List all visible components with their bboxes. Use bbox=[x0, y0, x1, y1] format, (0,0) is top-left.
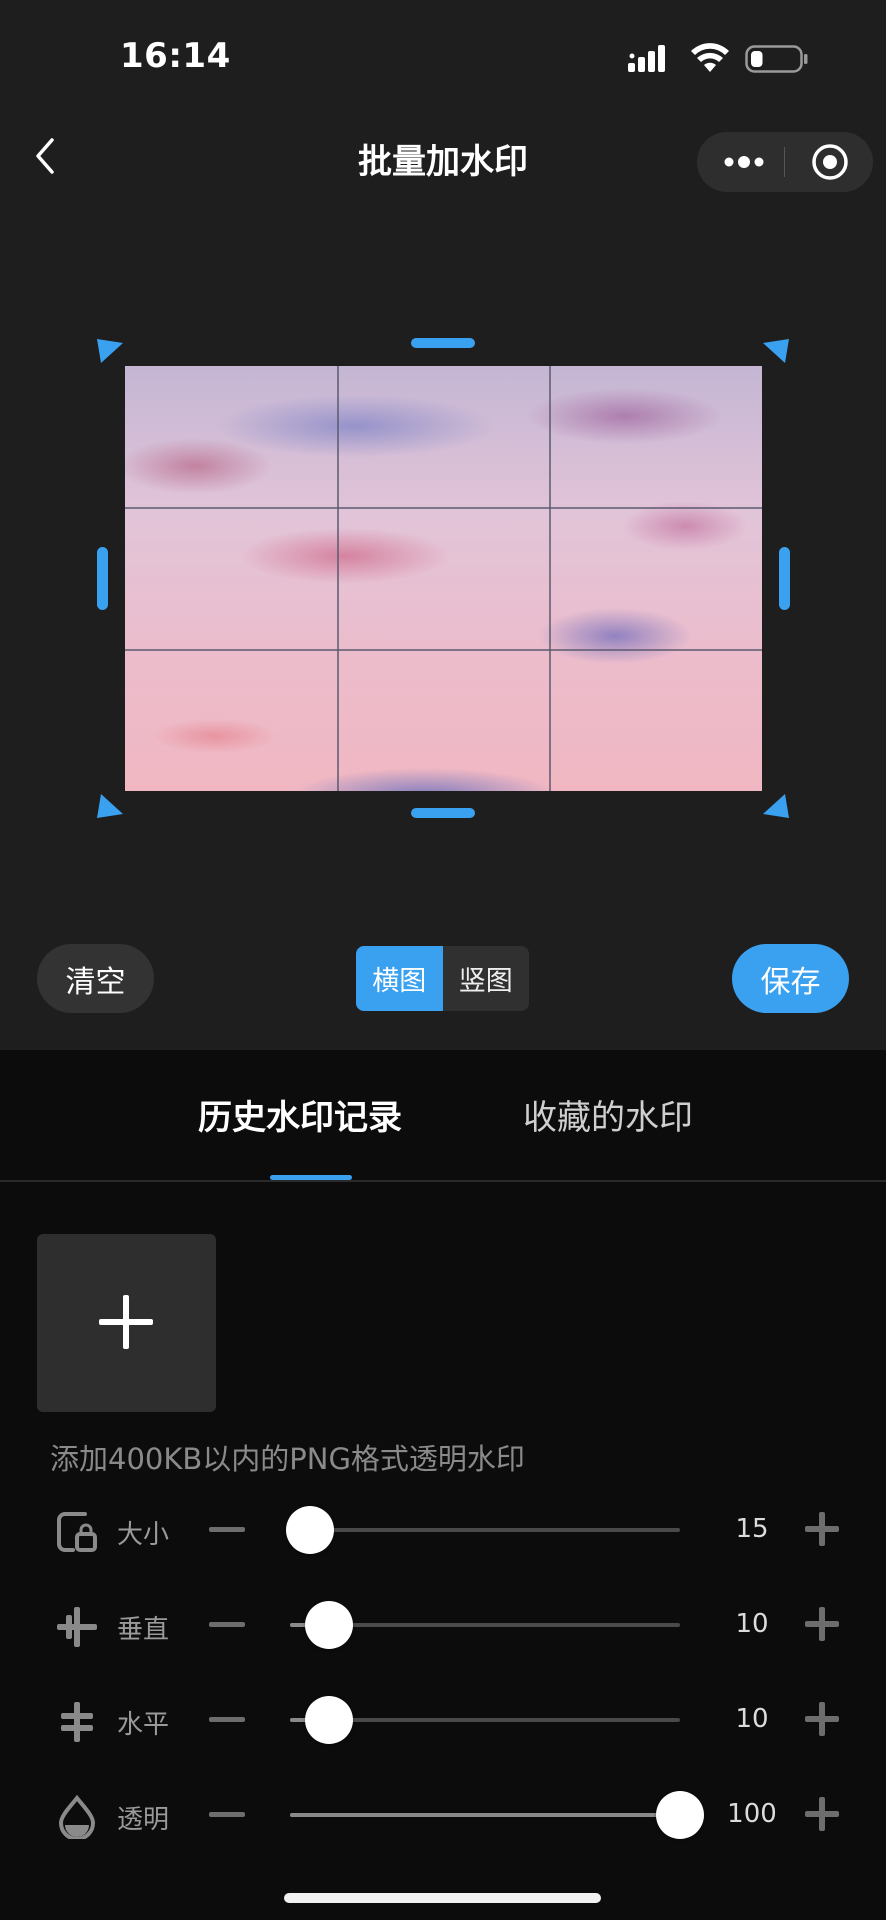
crop-corner-top-right[interactable] bbox=[761, 337, 791, 365]
crop-corner-bottom-right[interactable] bbox=[761, 792, 791, 820]
horizontal-label: 水平 bbox=[117, 1710, 170, 1740]
orientation-toggle: 横图 竖图 bbox=[356, 946, 529, 1011]
horizontal-increase-plus-icon[interactable] bbox=[803, 1700, 841, 1738]
battery-icon bbox=[745, 45, 808, 73]
opacity-value: 100 bbox=[727, 1799, 777, 1829]
horizontal-cross-icon bbox=[61, 1702, 93, 1742]
save-button[interactable]: 保存 bbox=[732, 944, 849, 1013]
size-lock-icon bbox=[57, 1512, 97, 1552]
slider-row-horizontal: 水平 10 bbox=[0, 1690, 886, 1750]
landscape-option[interactable]: 横图 bbox=[356, 946, 443, 1011]
opacity-decrease-button[interactable] bbox=[209, 1812, 245, 1817]
crop-handle-right[interactable] bbox=[779, 547, 790, 610]
capsule-divider bbox=[784, 147, 785, 177]
size-value: 15 bbox=[735, 1514, 769, 1544]
droplet-icon bbox=[58, 1795, 96, 1839]
crop-corner-top-left[interactable] bbox=[95, 337, 125, 365]
crop-handle-bottom[interactable] bbox=[411, 808, 475, 818]
horizontal-slider[interactable] bbox=[290, 1696, 680, 1744]
horizontal-value: 10 bbox=[735, 1704, 769, 1734]
grid-line bbox=[337, 366, 339, 791]
add-watermark-hint: 添加400KB以内的PNG格式透明水印 bbox=[50, 1442, 525, 1476]
portrait-option[interactable]: 竖图 bbox=[443, 946, 530, 1011]
close-target-icon[interactable] bbox=[810, 142, 850, 182]
home-indicator bbox=[284, 1893, 601, 1903]
opacity-slider-thumb[interactable] bbox=[656, 1791, 704, 1839]
slider-row-size: 大小 15 bbox=[0, 1500, 886, 1560]
vertical-slider[interactable] bbox=[290, 1601, 680, 1649]
opacity-slider-fill bbox=[290, 1813, 680, 1817]
grid-line bbox=[549, 366, 551, 791]
size-slider[interactable] bbox=[285, 1506, 680, 1554]
crop-corner-bottom-left[interactable] bbox=[95, 792, 125, 820]
grid-line bbox=[125, 649, 762, 651]
slider-row-opacity: 透明 100 bbox=[0, 1785, 886, 1845]
editor-area: 16:14 批量加水印 清空 横图 竖图 保存 bbox=[0, 0, 886, 1050]
crop-handle-top[interactable] bbox=[411, 338, 475, 348]
horizontal-slider-thumb[interactable] bbox=[305, 1696, 353, 1744]
clear-button[interactable]: 清空 bbox=[37, 944, 154, 1013]
canvas-image[interactable] bbox=[125, 366, 762, 791]
status-time: 16:14 bbox=[120, 36, 231, 76]
slider-row-vertical: 垂直 10 bbox=[0, 1595, 886, 1655]
mini-program-capsule bbox=[697, 132, 873, 192]
size-decrease-button[interactable] bbox=[209, 1527, 245, 1532]
plus-icon bbox=[99, 1295, 153, 1349]
wifi-icon bbox=[691, 43, 729, 72]
add-watermark-button[interactable] bbox=[37, 1234, 216, 1412]
vertical-increase-plus-icon[interactable] bbox=[803, 1605, 841, 1643]
vertical-decrease-button[interactable] bbox=[209, 1622, 245, 1627]
vertical-value: 10 bbox=[735, 1609, 769, 1639]
vertical-slider-thumb[interactable] bbox=[305, 1601, 353, 1649]
crop-handle-left[interactable] bbox=[97, 547, 108, 610]
size-increase-plus-icon[interactable] bbox=[803, 1510, 841, 1548]
more-dots-icon[interactable] bbox=[719, 146, 769, 178]
opacity-slider[interactable] bbox=[290, 1791, 704, 1839]
tab-favorite-watermarks[interactable]: 收藏的水印 bbox=[523, 1090, 693, 1139]
tab-history-watermarks[interactable]: 历史水印记录 bbox=[198, 1090, 402, 1139]
tabs-divider bbox=[0, 1180, 886, 1182]
cellular-signal-icon bbox=[628, 45, 665, 72]
vertical-cross-icon bbox=[57, 1607, 97, 1647]
opacity-label: 透明 bbox=[117, 1805, 170, 1835]
vertical-label: 垂直 bbox=[117, 1615, 170, 1645]
horizontal-decrease-button[interactable] bbox=[209, 1717, 245, 1722]
opacity-increase-plus-icon[interactable] bbox=[803, 1795, 841, 1833]
size-slider-thumb[interactable] bbox=[285, 1506, 334, 1554]
grid-line bbox=[125, 507, 762, 509]
size-label: 大小 bbox=[117, 1520, 170, 1550]
